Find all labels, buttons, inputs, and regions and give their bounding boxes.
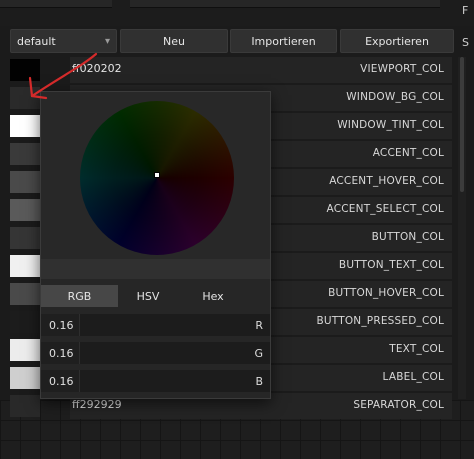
color-swatch[interactable]	[10, 171, 40, 193]
channel-g-slider[interactable]	[79, 342, 270, 364]
color-swatch[interactable]	[10, 367, 40, 389]
color-wheel-cursor[interactable]	[154, 172, 160, 178]
channel-b-slider[interactable]	[79, 370, 270, 392]
top-strip	[0, 0, 474, 26]
color-name-label: LABEL_COL	[382, 371, 444, 383]
color-hex-value: ff292929	[72, 398, 122, 411]
tab-hsv[interactable]: HSV	[118, 285, 178, 307]
channel-b: 0.16 B	[41, 370, 270, 392]
new-button[interactable]: Neu	[120, 29, 228, 53]
top-strip-segment	[0, 0, 112, 8]
channel-g: 0.16 G	[41, 342, 270, 364]
color-swatch[interactable]	[10, 87, 40, 109]
import-button[interactable]: Importieren	[230, 29, 337, 53]
channel-g-label: G	[254, 347, 263, 360]
top-strip-segment	[130, 0, 440, 8]
color-hex-value: ff020202	[72, 62, 122, 75]
color-swatch[interactable]	[10, 339, 40, 361]
tab-hex[interactable]: Hex	[181, 285, 245, 307]
color-name-label: BUTTON_TEXT_COL	[338, 259, 444, 271]
color-swatch[interactable]	[10, 199, 40, 221]
side-label-f: F	[462, 4, 469, 17]
side-label-s: S	[462, 36, 469, 49]
color-swatch[interactable]	[10, 395, 40, 417]
color-name-label: VIEWPORT_COL	[360, 63, 444, 75]
tab-rgb[interactable]: RGB	[41, 285, 118, 307]
channel-g-value[interactable]: 0.16	[41, 342, 79, 364]
channel-r: 0.16 R	[41, 314, 270, 336]
color-name-label: SEPARATOR_COL	[353, 399, 444, 411]
color-swatch[interactable]	[10, 59, 40, 81]
export-button[interactable]: Exportieren	[340, 29, 454, 53]
color-swatch[interactable]	[10, 311, 40, 333]
color-swatch[interactable]	[10, 227, 40, 249]
channel-r-label: R	[255, 319, 263, 332]
color-name-label: ACCENT_COL	[372, 147, 444, 159]
color-swatch[interactable]	[10, 283, 40, 305]
preset-select-value: default	[17, 34, 56, 48]
color-name-label: ACCENT_HOVER_COL	[329, 175, 444, 187]
chevron-down-icon: ▾	[104, 35, 110, 47]
color-swatch[interactable]	[10, 255, 40, 277]
color-name-label: BUTTON_HOVER_COL	[328, 287, 444, 299]
color-swatch[interactable]	[10, 115, 40, 137]
channel-r-value[interactable]: 0.16	[41, 314, 79, 336]
color-picker-popup: RGB HSV Hex 0.16 R 0.16 G 0.16 B	[40, 91, 271, 399]
channel-b-label: B	[255, 375, 263, 388]
channel-r-slider[interactable]	[79, 314, 270, 336]
color-wheel-area	[41, 92, 270, 259]
color-name-label: BUTTON_COL	[371, 231, 444, 243]
color-name-label: TEXT_COL	[389, 343, 444, 355]
color-preview	[41, 259, 270, 279]
channel-b-value[interactable]: 0.16	[41, 370, 79, 392]
color-swatch[interactable]	[10, 143, 40, 165]
scrollbar-thumb[interactable]	[460, 57, 464, 192]
color-name-label: BUTTON_PRESSED_COL	[316, 315, 444, 327]
color-name-label: ACCENT_SELECT_COL	[326, 203, 444, 215]
color-row[interactable]: ff020202 VIEWPORT_COL	[8, 57, 452, 83]
color-wheel[interactable]	[80, 101, 234, 255]
color-mode-tabs: RGB HSV Hex	[41, 285, 270, 307]
preset-select[interactable]: default ▾	[10, 29, 117, 53]
color-name-label: WINDOW_TINT_COL	[337, 119, 444, 131]
color-name-label: WINDOW_BG_COL	[346, 91, 444, 103]
